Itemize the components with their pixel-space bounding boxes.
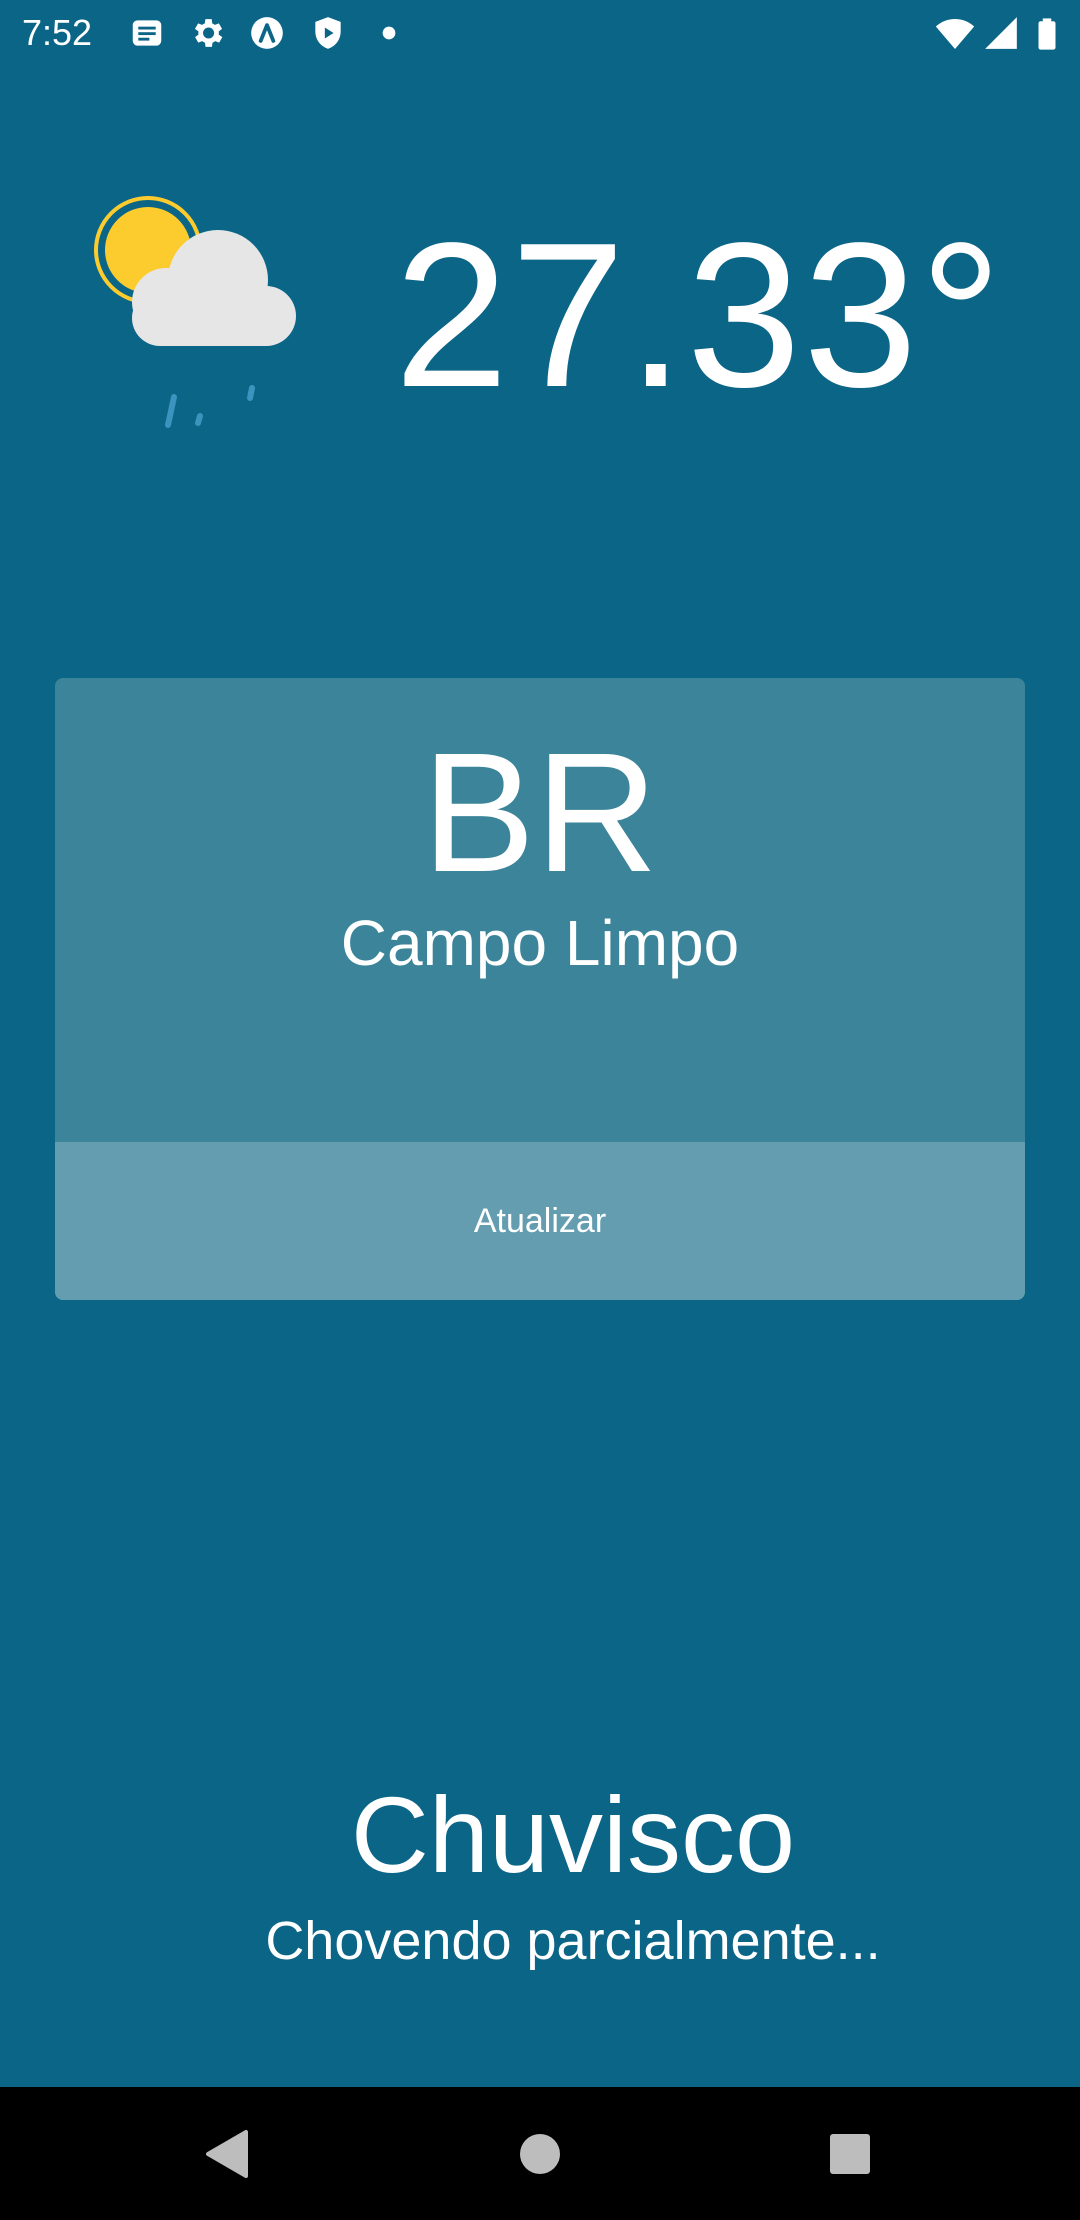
- home-button[interactable]: [500, 2114, 580, 2194]
- dot-icon: [370, 14, 408, 52]
- signal-icon: [982, 14, 1020, 52]
- accessibility-icon: [248, 14, 286, 52]
- country-code: BR: [421, 718, 659, 908]
- shield-play-icon: [309, 14, 347, 52]
- status-bar: 7:52: [0, 0, 1080, 66]
- city-name: Campo Limpo: [340, 907, 740, 979]
- back-icon: [206, 2130, 248, 2178]
- navigation-bar: [0, 2087, 1080, 2220]
- condition-title: Chuvisco: [350, 1774, 796, 1895]
- notes-icon: [128, 14, 166, 52]
- status-time: 7:52: [22, 12, 93, 53]
- wifi-icon: [934, 14, 976, 54]
- partly-cloudy-rain-icon: [88, 190, 298, 450]
- settings-gear-icon: [188, 14, 226, 52]
- location-card: BR Campo Limpo Atualizar: [55, 678, 1025, 1300]
- home-icon: [520, 2134, 560, 2174]
- back-button[interactable]: [186, 2114, 266, 2194]
- condition-description: Chovendo parcialmente...: [265, 1911, 881, 1971]
- refresh-button[interactable]: Atualizar: [55, 1142, 1025, 1300]
- battery-icon: [1030, 14, 1064, 54]
- recents-icon: [830, 2134, 870, 2174]
- recents-button[interactable]: [810, 2114, 890, 2194]
- temperature-value: 27.33°: [394, 200, 1004, 430]
